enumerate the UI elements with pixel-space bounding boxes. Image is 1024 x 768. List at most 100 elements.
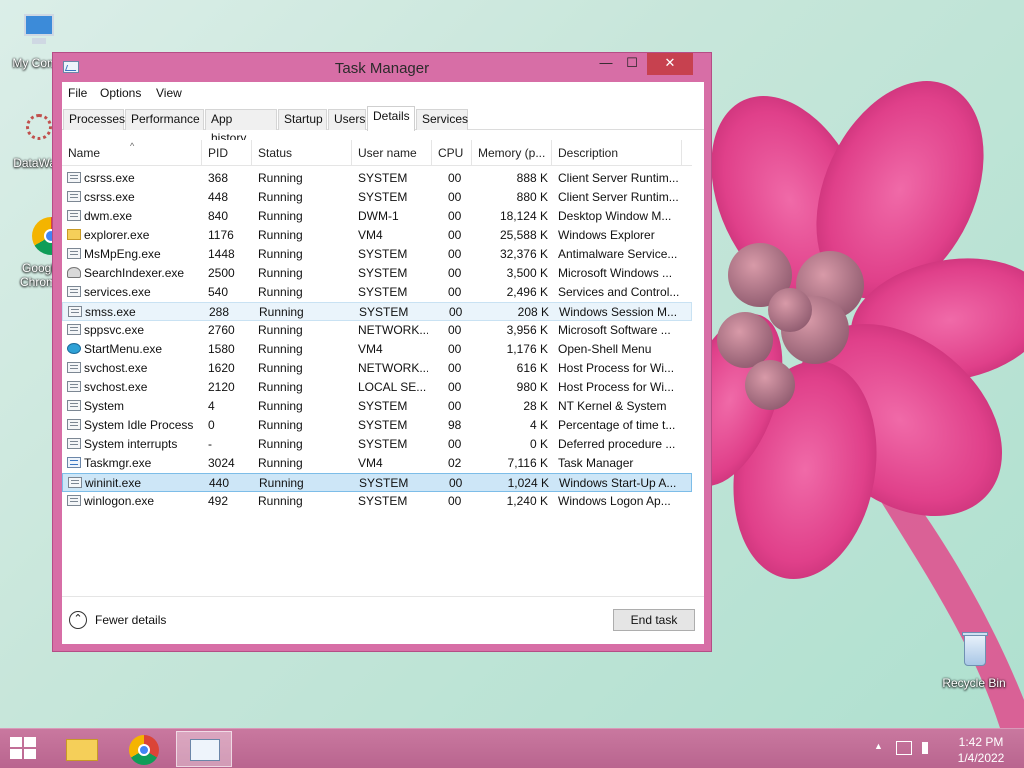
process-window-icon [67, 419, 81, 430]
cell-pid: 0 [208, 418, 215, 432]
cell-mem: 880 K [516, 190, 548, 204]
table-row[interactable]: sppsvc.exe 2760 Running NETWORK... 00 3,956 K… [62, 321, 692, 340]
tab-users[interactable]: Users [328, 109, 366, 130]
tab-processes[interactable]: Processes [63, 109, 125, 130]
show-hidden-icons-button[interactable]: ▲ [874, 741, 883, 768]
cell-mem: 32,376 K [499, 247, 548, 261]
windows-logo-icon [24, 737, 36, 747]
process-folder-icon [67, 229, 81, 240]
recycle-bin-icon [952, 630, 996, 674]
taskbar-file-explorer[interactable] [54, 731, 110, 767]
cell-user: SYSTEM [358, 437, 408, 451]
cell-name: winlogon.exe [84, 494, 155, 508]
cell-user: SYSTEM [358, 418, 408, 432]
volume-muted-icon[interactable] [922, 742, 934, 754]
cell-desc: Windows Start-Up A... [559, 476, 677, 490]
column-header-name[interactable]: Name ^ [62, 140, 202, 166]
details-table: Name ^ PID Status User name CPU Memory (… [62, 140, 704, 594]
cell-user: SYSTEM [358, 285, 408, 299]
cell-status: Running [258, 342, 303, 356]
cell-cpu: 00 [448, 380, 462, 394]
column-header-status[interactable]: Status [252, 140, 352, 166]
taskbar-task-manager[interactable] [176, 731, 232, 767]
column-header-description[interactable]: Description [552, 140, 682, 166]
table-row[interactable]: svchost.exe 1620 Running NETWORK... 00 616 K H… [62, 359, 692, 378]
table-row[interactable]: winlogon.exe 492 Running SYSTEM 00 1,240 K Win… [62, 492, 692, 511]
table-row[interactable]: SearchIndexer.exe 2500 Running SYSTEM 00 3,50… [62, 264, 692, 283]
minimize-button[interactable]: — [593, 53, 619, 75]
close-button[interactable]: ✕ [647, 53, 693, 75]
table-row[interactable]: svchost.exe 2120 Running LOCAL SE... 00 980 K… [62, 378, 692, 397]
cell-name: System Idle Process [84, 418, 194, 432]
table-row[interactable]: wininit.exe 440 Running SYSTEM 00 1,024 K Wind… [62, 473, 692, 492]
cell-name: dwm.exe [84, 209, 133, 223]
cell-desc: Windows Session M... [559, 305, 678, 319]
menu-file[interactable]: File [68, 86, 87, 100]
cell-cpu: 00 [448, 247, 462, 261]
process-chart-icon [67, 457, 81, 468]
cell-cpu: 00 [448, 266, 462, 280]
cell-pid: 2500 [208, 266, 235, 280]
cell-user: SYSTEM [358, 399, 408, 413]
cell-desc: Host Process for Wi... [558, 361, 675, 375]
tab-performance[interactable]: Performance [125, 109, 204, 130]
column-header-cpu[interactable]: CPU [432, 140, 472, 166]
cell-status: Running [259, 305, 304, 319]
table-row[interactable]: csrss.exe 448 Running SYSTEM 00 880 K Client S… [62, 188, 692, 207]
cell-user: SYSTEM [358, 247, 408, 261]
process-window-icon [68, 306, 82, 317]
table-row[interactable]: csrss.exe 368 Running SYSTEM 00 888 K Client S… [62, 169, 692, 188]
table-row[interactable]: System Idle Process 0 Running SYSTEM 98 4 K Pe… [62, 416, 692, 435]
cell-desc: Client Server Runtim... [558, 190, 679, 204]
table-row[interactable]: smss.exe 288 Running SYSTEM 00 208 K Windows S… [62, 302, 692, 321]
task-manager-window[interactable]: Task Manager — ☐ ✕ File Options View Pro… [52, 52, 712, 652]
end-task-button[interactable]: End task [613, 609, 695, 631]
column-header-user-name[interactable]: User name [352, 140, 432, 166]
cell-cpu: 00 [448, 342, 462, 356]
table-row[interactable]: dwm.exe 840 Running DWM-1 00 18,124 K Desktop … [62, 207, 692, 226]
menu-options[interactable]: Options [100, 86, 141, 100]
cell-mem: 28 K [523, 399, 548, 413]
maximize-button[interactable]: ☐ [619, 53, 645, 75]
table-row[interactable]: explorer.exe 1176 Running VM4 00 25,588 K Wind… [62, 226, 692, 245]
tab-details[interactable]: Details [367, 106, 415, 131]
cell-cpu: 98 [448, 418, 462, 432]
column-header-pid[interactable]: PID [202, 140, 252, 166]
tab-startup[interactable]: Startup [278, 109, 327, 130]
table-row[interactable]: services.exe 540 Running SYSTEM 00 2,496 K Ser… [62, 283, 692, 302]
cell-cpu: 00 [449, 305, 463, 319]
start-button[interactable] [10, 737, 38, 761]
cell-pid: 2120 [208, 380, 235, 394]
column-header-memory[interactable]: Memory (p... [472, 140, 552, 166]
cell-desc: Antimalware Service... [558, 247, 678, 261]
table-row[interactable]: StartMenu.exe 1580 Running VM4 00 1,176 K Open… [62, 340, 692, 359]
cell-pid: 368 [208, 171, 229, 185]
process-window-icon [67, 381, 81, 392]
cell-status: Running [258, 171, 303, 185]
process-window-icon [67, 248, 81, 259]
tab-services[interactable]: Services [416, 109, 468, 130]
taskbar: ▲ 1:42 PM 1/4/2022 [0, 728, 1024, 768]
process-window-icon [67, 324, 81, 335]
taskbar-chrome[interactable] [116, 731, 172, 767]
cell-mem: 0 K [529, 437, 548, 451]
cell-desc: Windows Explorer [558, 228, 655, 242]
tab-app-history[interactable]: App history [205, 109, 277, 145]
system-clock[interactable]: 1:42 PM 1/4/2022 [948, 734, 1014, 766]
cell-user: LOCAL SE... [358, 380, 427, 394]
cell-desc: Deferred procedure ... [558, 437, 676, 451]
network-icon[interactable] [896, 741, 912, 755]
cell-desc: Microsoft Windows ... [558, 266, 673, 280]
menu-view[interactable]: View [156, 86, 182, 100]
cell-name: System [84, 399, 125, 413]
table-row[interactable]: MsMpEng.exe 1448 Running SYSTEM 00 32,376 K An… [62, 245, 692, 264]
table-row[interactable]: System 4 Running SYSTEM 00 28 K NT Kernel & Sy… [62, 397, 692, 416]
cell-name: StartMenu.exe [84, 342, 163, 356]
desktop-icon-recycle-bin[interactable]: Recycle Bin [936, 630, 1012, 690]
table-row[interactable]: Taskmgr.exe 3024 Running VM4 02 7,116 K Task M… [62, 454, 692, 473]
folder-icon [66, 739, 98, 761]
table-row[interactable]: System interrupts - Running SYSTEM 00 0 K Defe… [62, 435, 692, 454]
cell-pid: 4 [208, 399, 215, 413]
process-globe-icon [67, 343, 81, 354]
title-bar[interactable]: Task Manager — ☐ ✕ [53, 53, 711, 83]
